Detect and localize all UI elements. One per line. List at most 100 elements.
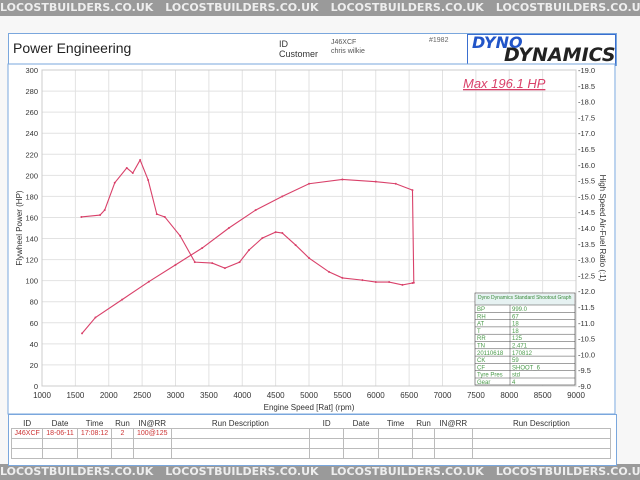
column-header: Time — [85, 418, 104, 428]
data-point-power — [174, 263, 177, 266]
data-point-power — [147, 280, 150, 283]
data-point-power — [254, 209, 257, 212]
data-point-afr — [193, 261, 196, 264]
x-tick-label: 6000 — [367, 391, 385, 400]
y-tick-label: 20 — [30, 361, 38, 370]
data-point-afr — [80, 215, 83, 218]
y-tick-label: 60 — [30, 319, 38, 328]
data-point-afr — [361, 279, 364, 282]
info-box-title: Dyno Dynamics Standard Shootout Graph — [478, 295, 572, 301]
x-tick-label: 5000 — [300, 391, 318, 400]
table-cell — [343, 448, 379, 459]
y2-tick-label: -13.0 — [578, 256, 595, 265]
data-point-power — [281, 195, 284, 198]
y2-tick-label: -14.5 — [578, 208, 595, 217]
data-point-afr — [411, 281, 414, 284]
x-tick-label: 4500 — [267, 391, 285, 400]
y-tick-label: 100 — [25, 277, 38, 286]
x-tick-label: 4000 — [233, 391, 251, 400]
table-cell — [132, 448, 172, 459]
data-point-afr — [281, 232, 284, 235]
table-row — [10, 448, 612, 459]
table-cell: 17:08:12 — [76, 428, 113, 439]
y-tick-label: 220 — [25, 150, 38, 159]
data-point-afr — [223, 267, 226, 270]
x-tick-label: 2000 — [100, 391, 118, 400]
data-point-power — [81, 332, 84, 335]
column-header: Run Description — [512, 418, 570, 428]
data-point-afr — [261, 237, 264, 240]
table-cell — [42, 438, 78, 449]
table-cell — [308, 438, 345, 449]
table-cell — [471, 448, 612, 459]
data-point-afr — [139, 159, 142, 162]
y-tick-label: 300 — [25, 66, 38, 75]
x-tick-label: 8000 — [500, 391, 518, 400]
y-tick-label: 240 — [25, 129, 38, 138]
y2-tick-label: -18.0 — [578, 98, 595, 107]
table-row — [10, 438, 612, 449]
column-header: Run — [115, 418, 130, 428]
table-row: J46XCF 18-06-11 17:08:12 2 100@125 — [10, 428, 612, 439]
data-point-afr — [247, 249, 250, 252]
data-point-afr — [341, 276, 344, 279]
column-header: ID — [23, 418, 32, 428]
data-point-afr — [374, 281, 377, 284]
data-point-afr — [308, 257, 310, 260]
data-point-power — [201, 247, 204, 250]
y2-tick-label: -14.0 — [578, 224, 595, 233]
column-header: IN@RR — [439, 418, 468, 428]
y-tick-label: 140 — [25, 235, 38, 244]
data-point-power — [394, 182, 397, 185]
y2-tick-label: -15.5 — [578, 177, 595, 186]
y-tick-label: 200 — [25, 171, 38, 180]
y-tick-label: 40 — [30, 340, 38, 349]
data-point-afr — [147, 178, 150, 181]
table-cell — [132, 438, 172, 449]
table-cell — [308, 428, 345, 439]
table-cell — [10, 438, 44, 449]
table-cell — [412, 428, 435, 439]
table-cell — [170, 438, 310, 449]
x-tick-label: 3500 — [200, 391, 218, 400]
y-tick-label: 180 — [25, 192, 38, 201]
column-header: IN@RR — [138, 418, 167, 428]
column-header: Date — [51, 418, 69, 428]
data-point-afr — [125, 166, 128, 169]
y-tick-label: 0 — [34, 382, 38, 391]
data-point-afr — [388, 281, 391, 284]
column-header: Date — [352, 418, 370, 428]
data-point-afr — [131, 172, 134, 175]
table-cell — [471, 438, 612, 449]
y-tick-label: 260 — [25, 108, 38, 117]
table-cell — [10, 448, 44, 459]
x-tick-label: 9000 — [567, 391, 585, 400]
table-cell — [111, 448, 134, 459]
y-tick-label: 280 — [25, 87, 38, 96]
x-tick-label: 6500 — [400, 391, 418, 400]
data-point-power — [121, 298, 124, 301]
data-point-afr — [155, 213, 158, 216]
y2-tick-label: -12.5 — [578, 271, 595, 280]
info-key: Gear — [477, 380, 490, 386]
x-tick-label: 5500 — [333, 391, 351, 400]
y2-axis-label: High Speed Air-Fuel Ratio (:1) — [598, 175, 607, 282]
y-tick-label: 80 — [30, 298, 38, 307]
y2-tick-label: -15.0 — [578, 192, 595, 201]
column-header: ID — [322, 418, 331, 428]
table-cell — [433, 438, 473, 449]
table-header: ID Date Time Run IN@RR Run Description ID Date T… — [12, 418, 611, 429]
table-cell — [76, 448, 113, 459]
y2-tick-label: -9.5 — [578, 366, 591, 375]
y-axis-label: Flywheel Power (HP) — [15, 190, 24, 265]
y2-tick-label: -11.5 — [578, 303, 595, 312]
y2-tick-label: -10.0 — [578, 350, 595, 359]
table-cell: J46XCF — [10, 428, 44, 439]
run-table: ID Date Time Run IN@RR Run Description ID Date T… — [8, 414, 617, 466]
y2-tick-label: -19.0 — [578, 66, 595, 75]
table-cell — [471, 428, 612, 439]
table-cell — [42, 448, 78, 459]
data-point-power — [94, 316, 97, 319]
y2-tick-label: -18.5 — [578, 82, 595, 91]
data-point-afr — [211, 262, 214, 265]
